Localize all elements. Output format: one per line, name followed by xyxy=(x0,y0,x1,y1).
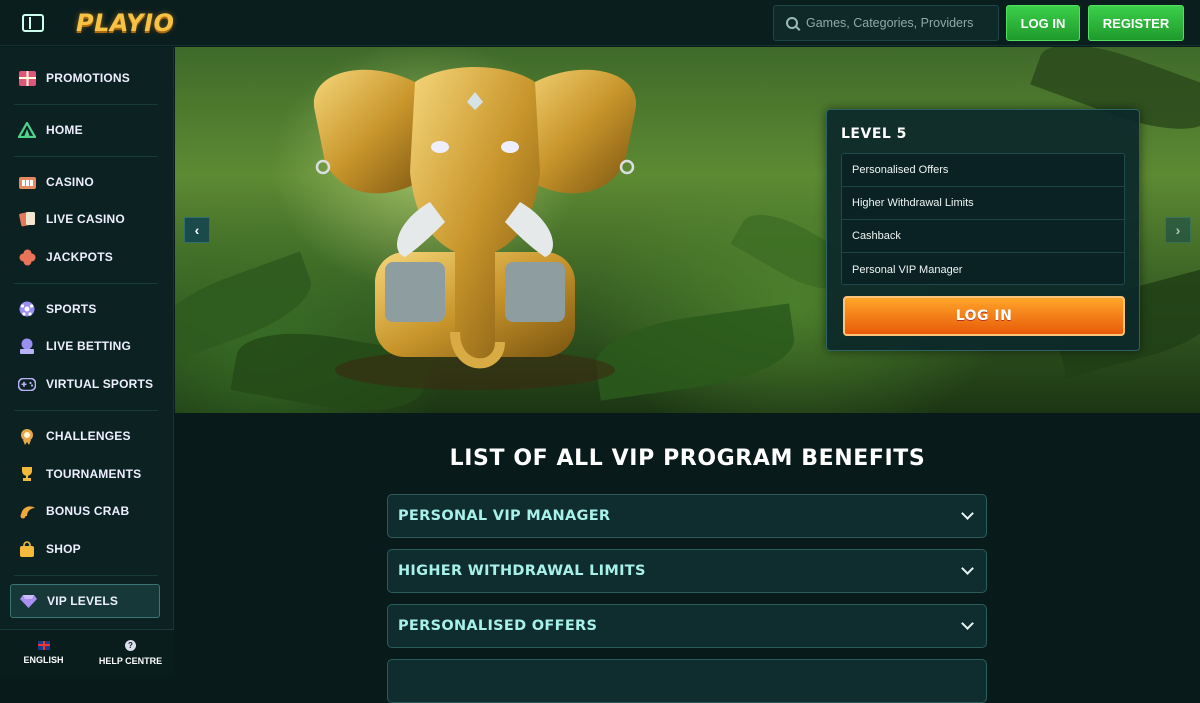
accordion-label: PERSONAL VIP MANAGER xyxy=(398,508,611,524)
playio-logo[interactable]: PLAYIO xyxy=(76,9,174,37)
sidebar-item-label: LIVE BETTING xyxy=(46,339,132,353)
search-input[interactable] xyxy=(806,16,986,30)
hero-next-button[interactable]: › xyxy=(1165,217,1191,243)
sidebar-item-sports[interactable]: SPORTS xyxy=(10,294,160,324)
sidebar-item-label: SHOP xyxy=(46,542,81,556)
list-item: Personal VIP Manager xyxy=(852,263,963,276)
level-card: LEVEL 5 Personalised Offers Higher Withd… xyxy=(826,109,1140,351)
sidebar-item-bonus-crab[interactable]: BONUS CRAB xyxy=(10,496,160,526)
register-button[interactable]: REGISTER xyxy=(1088,5,1184,41)
cards-icon xyxy=(18,210,36,228)
level-benefits-list: Personalised Offers Higher Withdrawal Li… xyxy=(841,153,1125,285)
golden-elephant-image xyxy=(313,67,637,390)
sidebar-item-casino[interactable]: CASINO xyxy=(10,167,160,197)
accordion-personalised-offers[interactable]: PERSONALISED OFFERS xyxy=(387,604,987,648)
sidebar-item-label: SPORTS xyxy=(46,302,97,316)
uk-flag-icon xyxy=(37,640,50,650)
accordion-higher-withdrawal-limits[interactable]: HIGHER WITHDRAWAL LIMITS xyxy=(387,549,987,593)
home-icon xyxy=(18,121,36,139)
sidebar-item-live-betting[interactable]: LIVE BETTING xyxy=(10,331,160,361)
sidebar-item-label: HOME xyxy=(46,123,83,137)
sidebar-item-tournaments[interactable]: TOURNAMENTS xyxy=(10,459,160,489)
vip-hero-banner: ‹ › LEVEL 5 Personalised Offers Higher W… xyxy=(175,47,1200,413)
help-label: HELP CENTRE xyxy=(98,655,163,666)
trophy-icon xyxy=(18,465,36,483)
chevron-down-icon xyxy=(961,562,974,575)
list-item: Higher Withdrawal Limits xyxy=(842,187,1124,220)
sidebar-item-challenges[interactable]: CHALLENGES xyxy=(10,421,160,451)
top-header: PLAYIO LOG IN REGISTER xyxy=(0,0,1200,46)
help-centre-link[interactable]: ? HELP CENTRE xyxy=(87,630,174,675)
language-selector[interactable]: ENGLISH xyxy=(0,630,87,675)
chevron-down-icon xyxy=(961,617,974,630)
language-label: ENGLISH xyxy=(23,654,64,665)
bag-icon xyxy=(18,540,36,558)
header-login-button[interactable]: LOG IN xyxy=(1006,5,1080,41)
search-icon xyxy=(786,17,798,29)
sidebar-item-label: VIRTUAL SPORTS xyxy=(46,377,154,391)
section-title: LIST OF ALL VIP PROGRAM BENEFITS xyxy=(449,446,926,471)
sidebar-toggle-icon[interactable] xyxy=(22,13,44,32)
sidebar-item-label: VIP LEVELS xyxy=(47,594,119,608)
crab-icon xyxy=(18,502,36,520)
list-item: Personalised Offers xyxy=(842,154,1124,187)
level-title: LEVEL 5 xyxy=(841,126,907,142)
vip-benefits-section: LIST OF ALL VIP PROGRAM BENEFITS PERSONA… xyxy=(175,413,1200,703)
accordion-personal-vip-manager[interactable]: PERSONAL VIP MANAGER xyxy=(387,494,987,538)
accordion-label: HIGHER WITHDRAWAL LIMITS xyxy=(398,563,646,579)
sidebar-footer: ENGLISH ? HELP CENTRE xyxy=(0,629,174,675)
sidebar-item-label: CASINO xyxy=(46,175,94,189)
sidebar-item-label: BONUS CRAB xyxy=(46,504,130,518)
clover-icon xyxy=(18,248,36,266)
sidebar-item-label: LIVE CASINO xyxy=(46,212,125,226)
sidebar-item-home[interactable]: HOME xyxy=(10,115,160,145)
medal-icon xyxy=(18,427,36,445)
football-icon xyxy=(18,300,36,318)
sidebar-item-label: CHALLENGES xyxy=(46,429,131,443)
gamepad-icon xyxy=(18,375,36,393)
search-box[interactable] xyxy=(773,5,999,41)
sidebar-item-live-casino[interactable]: LIVE CASINO xyxy=(10,204,160,234)
help-icon: ? xyxy=(125,639,136,651)
live-icon xyxy=(18,337,36,355)
sidebar-item-virtual-sports[interactable]: VIRTUAL SPORTS xyxy=(10,369,160,399)
chevron-down-icon xyxy=(961,507,974,520)
accordion-next-item[interactable] xyxy=(387,659,987,703)
sidebar: PROMOTIONS HOME CASINO LIVE CASINO JACKP… xyxy=(0,47,174,675)
sidebar-item-vip-levels[interactable]: VIP LEVELS xyxy=(10,584,160,618)
list-item: Cashback xyxy=(842,220,1124,253)
hero-prev-button[interactable]: ‹ xyxy=(184,217,210,243)
level-login-button[interactable]: LOG IN xyxy=(843,296,1125,336)
gift-icon xyxy=(18,69,36,87)
sidebar-item-label: TOURNAMENTS xyxy=(46,467,142,481)
casino-icon xyxy=(18,173,36,191)
sidebar-item-promotions[interactable]: PROMOTIONS xyxy=(10,63,160,93)
accordion-label: PERSONALISED OFFERS xyxy=(398,618,598,634)
sidebar-item-label: PROMOTIONS xyxy=(46,71,131,85)
sidebar-item-shop[interactable]: SHOP xyxy=(10,534,160,564)
diamond-icon xyxy=(19,592,37,610)
sidebar-item-jackpots[interactable]: JACKPOTS xyxy=(10,242,160,272)
sidebar-item-label: JACKPOTS xyxy=(46,250,113,264)
